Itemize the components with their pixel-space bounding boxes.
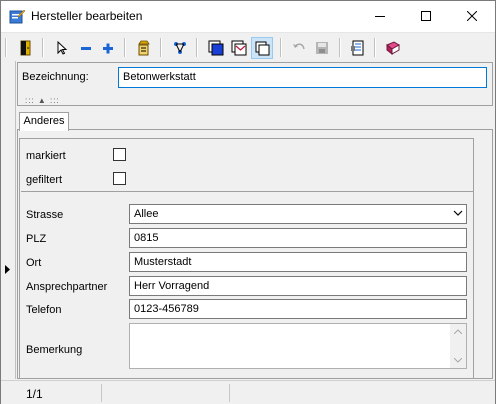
exit-door-icon	[20, 40, 31, 56]
minimize-icon	[375, 16, 385, 17]
chevron-down-icon	[453, 210, 463, 216]
strasse-label: Strasse	[26, 209, 64, 221]
window-blue-button[interactable]	[205, 37, 227, 59]
scroll-up-icon[interactable]	[454, 329, 462, 334]
expand-arrow-icon[interactable]	[4, 265, 11, 274]
bemerkung-textarea[interactable]	[129, 323, 467, 369]
report-button[interactable]	[347, 37, 369, 59]
ansprechpartner-label: Ansprechpartner	[26, 281, 108, 293]
properties-button[interactable]	[133, 37, 155, 59]
maximize-icon	[421, 11, 431, 21]
add-button[interactable]	[97, 37, 119, 59]
book-button[interactable]	[382, 37, 404, 59]
report-icon	[351, 40, 364, 56]
panel-splitter[interactable]: ::: ▲ :::	[25, 96, 60, 105]
select-button[interactable]	[51, 37, 73, 59]
toolbar-separator	[280, 38, 282, 57]
ort-field[interactable]: Musterstadt	[129, 252, 467, 272]
tab-anderes[interactable]: Anderes	[19, 112, 69, 131]
scroll-down-icon[interactable]	[454, 358, 462, 363]
edit-pencil-icon	[9, 9, 25, 24]
ansprechpartner-field[interactable]: Herr Vorragend	[129, 276, 467, 296]
telefon-label: Telefon	[26, 304, 62, 316]
bemerkung-scrollbar[interactable]	[450, 324, 466, 368]
window-blue-icon	[208, 40, 224, 56]
record-counter: 1/1	[26, 387, 43, 401]
toolbar-separator	[160, 38, 162, 57]
select-arrow-icon	[57, 40, 68, 55]
filter-tree-button[interactable]	[169, 37, 191, 59]
window-stack-button[interactable]	[251, 37, 273, 59]
toolbar-separator	[339, 38, 341, 57]
status-divider	[229, 384, 230, 402]
minimize-button[interactable]	[357, 1, 403, 32]
strasse-combobox[interactable]: Allee	[129, 204, 467, 224]
remove-minus-icon	[81, 47, 91, 50]
toolbar-separator	[124, 38, 126, 57]
status-divider	[101, 384, 102, 402]
save-disk-icon	[316, 42, 328, 54]
title-bar: Hersteller bearbeiten	[1, 1, 495, 32]
toolbar-separator	[42, 38, 44, 57]
maximize-button[interactable]	[403, 1, 449, 32]
markiert-checkbox[interactable]	[113, 148, 126, 161]
window-mail-icon	[231, 40, 247, 56]
editor-window: Hersteller bearbeiten Bezeichnung: Beton…	[0, 0, 496, 404]
filter-tree-icon	[174, 42, 186, 54]
window-title: Hersteller bearbeiten	[31, 9, 143, 23]
save-button[interactable]	[311, 37, 333, 59]
book-icon	[386, 41, 400, 56]
close-button[interactable]	[449, 1, 495, 32]
close-icon	[467, 11, 477, 21]
undo-icon	[293, 43, 305, 50]
properties-icon	[138, 40, 150, 56]
toolbar-separator	[5, 38, 7, 57]
toolbar-separator	[374, 38, 376, 57]
bemerkung-label: Bemerkung	[26, 344, 83, 356]
markiert-label: markiert	[26, 150, 66, 162]
strasse-value: Allee	[134, 208, 159, 220]
add-plus-icon	[103, 43, 113, 54]
toolbar	[1, 32, 495, 62]
gefiltert-checkbox[interactable]	[113, 172, 126, 185]
form-scrollbar[interactable]	[474, 138, 491, 378]
window-mail-button[interactable]	[228, 37, 250, 59]
telefon-field[interactable]: 0123-456789	[129, 299, 467, 319]
divider	[21, 191, 473, 192]
undo-button[interactable]	[288, 37, 310, 59]
plz-label: PLZ	[26, 233, 47, 245]
left-collapse-strip[interactable]	[1, 61, 16, 379]
bezeichnung-field[interactable]: Betonwerkstatt	[118, 67, 487, 88]
gefiltert-label: gefiltert	[26, 174, 63, 186]
status-bar: 1/1	[1, 380, 495, 404]
remove-button[interactable]	[75, 37, 97, 59]
window-stack-icon	[255, 41, 270, 56]
exit-button[interactable]	[15, 37, 37, 59]
plz-field[interactable]: 0815	[129, 228, 467, 248]
toolbar-separator	[196, 38, 198, 57]
ort-label: Ort	[26, 257, 42, 269]
bezeichnung-label: Bezeichnung:	[22, 71, 89, 83]
